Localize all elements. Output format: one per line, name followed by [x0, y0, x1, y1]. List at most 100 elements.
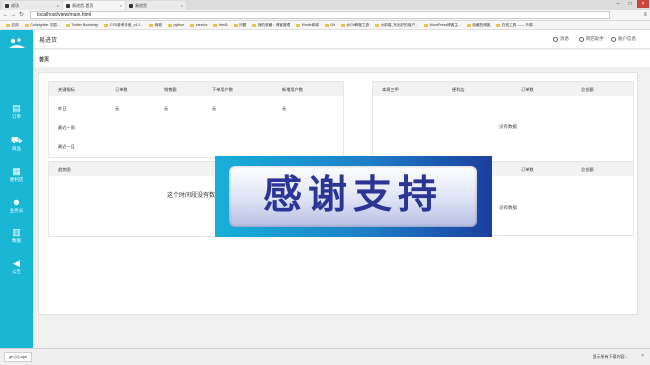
- bookmark-icon: [324, 23, 329, 27]
- bookmark-icon: [233, 23, 238, 27]
- column-header: 销售额: [164, 87, 177, 92]
- tab-close-icon[interactable]: ×: [181, 3, 183, 8]
- table-cell: 无: [212, 106, 217, 111]
- table-cell: 无: [164, 106, 169, 111]
- column-header: 本周三甲: [382, 87, 399, 92]
- overlay-banner: 感谢支持: [215, 156, 492, 237]
- bookmark-label: 收藏的博客: [472, 22, 491, 27]
- user-icon: [611, 36, 616, 42]
- column-header: 新增用户数: [282, 87, 303, 92]
- bookmark-item[interactable]: 问题: [233, 22, 247, 28]
- bookmark-item[interactable]: zencha: [190, 23, 207, 27]
- top-link-label: 消息: [560, 36, 569, 41]
- close-window-icon[interactable]: ×: [637, 0, 649, 8]
- minimize-icon[interactable]: –: [612, 0, 624, 8]
- sidebar-item-label: 便利店: [9, 177, 24, 182]
- shop-assistant-link[interactable]: 网店助手: [579, 36, 604, 42]
- bookmark-item[interactable]: Twitter Bootstrap: [65, 23, 99, 27]
- tab-close-icon[interactable]: ×: [120, 3, 122, 8]
- table-cell: 无: [115, 106, 120, 111]
- bookmark-icon: [6, 23, 10, 27]
- column-header: 下单用户数: [212, 87, 233, 92]
- message-icon: [553, 36, 558, 42]
- bookmark-item[interactable]: WordPress博客主...: [423, 23, 461, 28]
- breadcrumb-home[interactable]: 首页: [39, 56, 49, 63]
- bookmark-label: 问题: [239, 22, 247, 27]
- bookmark-icon: [375, 23, 380, 27]
- app-sidebar: ▤ 订单 ⛟ 商品 ▦ 便利店 ☻ 业务员 ▥ 数据 ◀ 公告: [0, 30, 33, 348]
- bookmark-item[interactable]: 应用: [6, 23, 19, 28]
- bookmark-item[interactable]: CSS参考手册_v4.2...: [104, 23, 143, 28]
- cart-icon: ⛟: [10, 135, 23, 145]
- table-cell: 昨日: [58, 106, 67, 111]
- bookmark-item[interactable]: html5: [213, 23, 228, 27]
- browser-tab-bar: 成功 × 易进货-首页 × 易进货 × – □ ×: [0, 0, 650, 10]
- table-cell: 最近一月: [58, 144, 75, 149]
- sidebar-item-label: 数据: [12, 238, 21, 243]
- bookmark-item[interactable]: 收藏的博客: [466, 22, 491, 28]
- table-header-row: [373, 82, 633, 96]
- banner-plate: 感谢支持: [229, 166, 477, 227]
- tab-favicon-icon: [5, 3, 9, 8]
- bookmark-label: @Git教程之旅: [346, 22, 370, 27]
- assistant-icon: [579, 36, 584, 42]
- bookmark-item[interactable]: 在线工具 —— 开源...: [496, 23, 536, 28]
- banner-text: 感谢支持: [262, 173, 443, 218]
- column-header: 关键指标: [58, 87, 75, 92]
- tab-close-icon[interactable]: ×: [57, 3, 59, 8]
- bookmark-item[interactable]: Codeigniter 中国...: [24, 23, 60, 28]
- forward-icon[interactable]: →: [10, 11, 17, 19]
- bookmark-label: 我的收藏：博客管理: [257, 22, 291, 27]
- bookmark-item[interactable]: 大前端_写出好的用户...: [375, 23, 418, 28]
- sidebar-item-label: 订单: [12, 114, 21, 119]
- download-file-name: gh (1).apk: [9, 354, 28, 359]
- bookmark-icon: [24, 23, 29, 27]
- messages-link[interactable]: 消息: [553, 36, 569, 42]
- back-icon[interactable]: ←: [2, 11, 9, 19]
- bookmark-label: Twitter Bootstrap: [71, 23, 99, 27]
- bookmark-icon: [149, 23, 154, 27]
- maximize-icon[interactable]: □: [624, 0, 636, 8]
- bookmark-label: 大前端_写出好的用户...: [380, 22, 418, 27]
- browser-menu-icon[interactable]: ≡: [643, 11, 647, 19]
- bookmark-icon: [340, 23, 345, 27]
- sidebar-item-data[interactable]: ▥ 数据: [0, 226, 33, 248]
- logo-icon[interactable]: [8, 37, 26, 49]
- url-input[interactable]: localhost/view/main.html: [30, 11, 610, 19]
- bookmark-icon: [496, 23, 501, 27]
- show-all-downloads-link[interactable]: 显示所有下载内容...: [593, 354, 628, 360]
- download-shelf: gh (1).apk 显示所有下载内容... ×: [0, 348, 650, 365]
- empty-state-text: 这个时间段没有数据: [167, 193, 222, 199]
- account-info-link[interactable]: 账户信息: [611, 36, 636, 42]
- column-header: 总金额: [581, 167, 594, 172]
- bookmark-item[interactable]: 我的收藏：博客管理: [252, 23, 290, 28]
- column-header: 订单数: [115, 87, 128, 92]
- column-header: 便利店: [452, 87, 465, 92]
- browser-tab-3[interactable]: 易进货 ×: [126, 1, 186, 10]
- bookmarks-bar: 应用 Codeigniter 中国... Twitter Bootstrap C…: [0, 21, 650, 30]
- bookmark-item[interactable]: @Git教程之旅: [340, 22, 370, 28]
- column-header: 总金额: [581, 87, 594, 92]
- sidebar-item-stores[interactable]: ▦ 便利店: [0, 165, 33, 187]
- empty-state-text: 没有数据: [499, 124, 517, 129]
- bookmark-icon: [252, 23, 257, 27]
- bookmark-item[interactable]: python: [167, 23, 184, 27]
- download-item[interactable]: gh (1).apk: [4, 352, 33, 362]
- breadcrumb: 首页: [33, 50, 650, 67]
- tab-label: 易进货-首页: [72, 2, 94, 8]
- sidebar-item-orders[interactable]: ▤ 订单: [0, 102, 33, 124]
- bookmark-icon: [466, 23, 471, 27]
- browser-tab-1[interactable]: 成功 ×: [2, 1, 62, 10]
- sidebar-item-announcements[interactable]: ◀ 公告: [0, 257, 33, 279]
- bookmark-item[interactable]: Git: [324, 23, 335, 27]
- reload-icon[interactable]: ↻: [18, 11, 25, 19]
- app-title: 易进货: [39, 38, 58, 44]
- sidebar-item-salespeople[interactable]: ☻ 业务员: [0, 196, 33, 218]
- browser-tab-2[interactable]: 易进货-首页 ×: [63, 1, 125, 10]
- bookmark-item[interactable]: Kindle商城: [296, 23, 319, 28]
- bookmark-label: Git: [330, 23, 335, 27]
- sidebar-item-products[interactable]: ⛟ 商品: [0, 134, 33, 156]
- bookmark-item[interactable]: 商城: [149, 23, 162, 28]
- close-icon[interactable]: ×: [641, 353, 644, 359]
- bookmark-label: Kindle商城: [301, 22, 319, 27]
